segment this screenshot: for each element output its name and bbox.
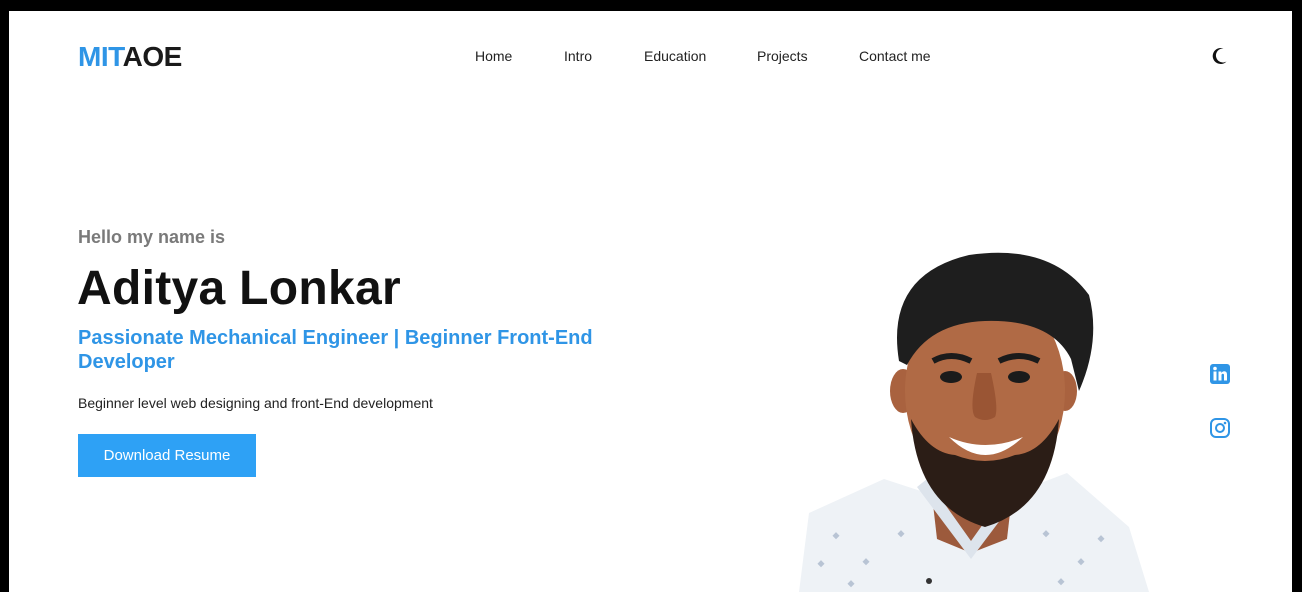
nav-home[interactable]: Home bbox=[475, 48, 512, 64]
hero-description: Beginner level web designing and front-E… bbox=[78, 395, 433, 411]
hero-tagline: Passionate Mechanical Engineer | Beginne… bbox=[78, 327, 593, 373]
nav-education[interactable]: Education bbox=[644, 48, 706, 64]
brand-accent: MIT bbox=[78, 41, 123, 72]
brand-logo[interactable]: MITAOE bbox=[78, 41, 182, 73]
nav-contact[interactable]: Contact me bbox=[859, 48, 931, 64]
moon-icon bbox=[1212, 47, 1227, 64]
hero-greeting: Hello my name is bbox=[78, 227, 226, 247]
download-resume-button[interactable]: Download Resume bbox=[78, 434, 256, 477]
page-frame: MITAOE Home Intro Education Projects Con… bbox=[9, 11, 1292, 592]
instagram-icon bbox=[1210, 418, 1230, 438]
nav-intro[interactable]: Intro bbox=[564, 48, 592, 64]
linkedin-icon bbox=[1210, 364, 1230, 384]
brand-rest: AOE bbox=[122, 41, 183, 72]
nav-projects[interactable]: Projects bbox=[757, 48, 808, 64]
profile-photo bbox=[799, 252, 1149, 592]
instagram-link[interactable] bbox=[1209, 417, 1231, 439]
linkedin-link[interactable] bbox=[1209, 363, 1231, 385]
theme-toggle-button[interactable] bbox=[1210, 46, 1230, 66]
hero-name: Aditya Lonkar bbox=[77, 262, 401, 315]
